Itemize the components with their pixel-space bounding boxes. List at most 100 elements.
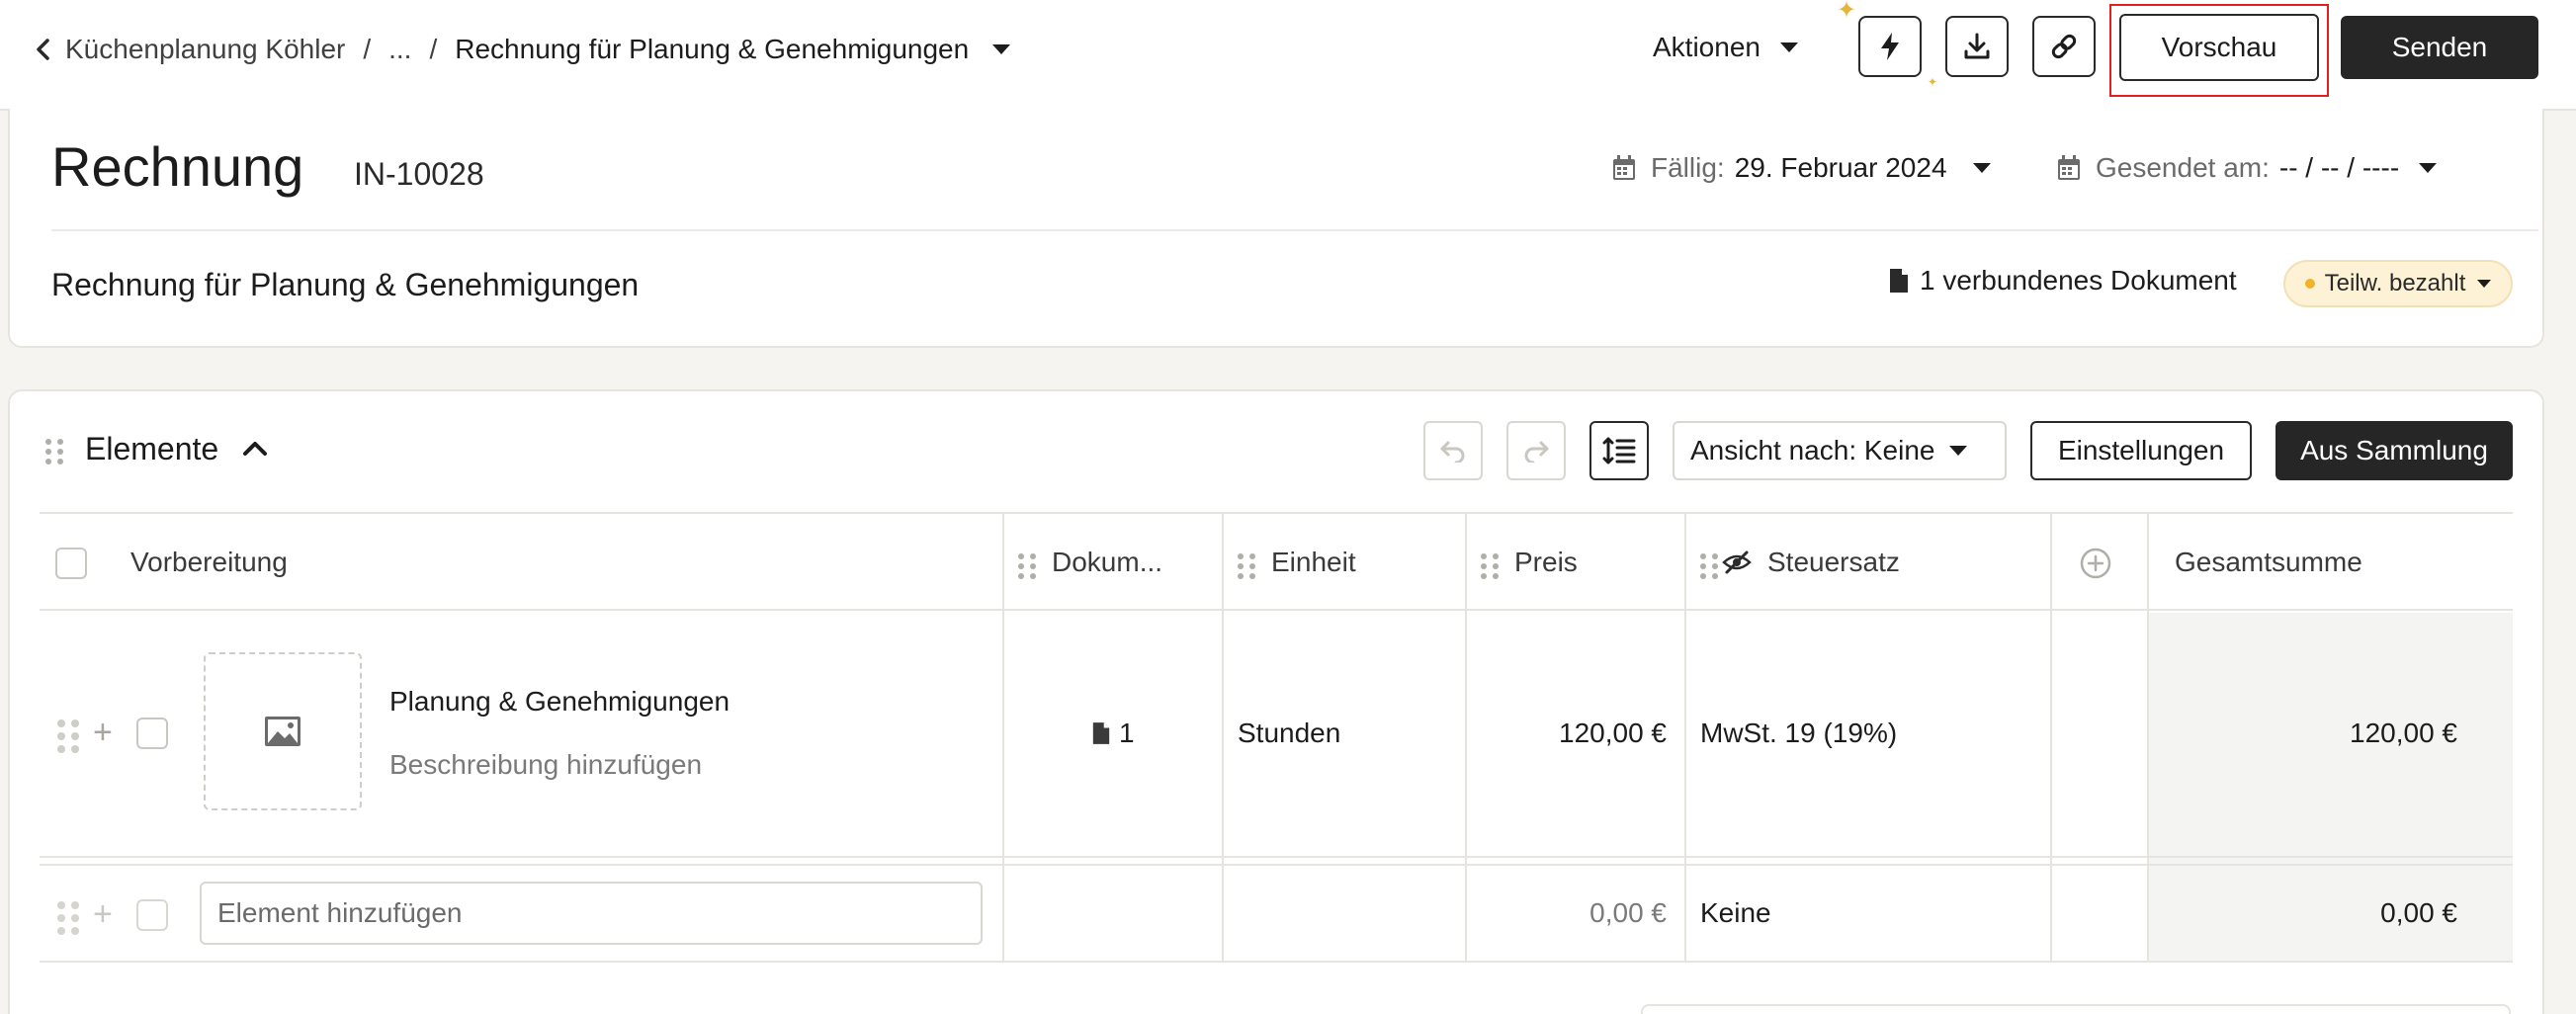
automation-button[interactable]: [1858, 16, 1922, 77]
drag-handle-icon[interactable]: [1700, 553, 1718, 579]
column-divider: [2050, 512, 2052, 963]
eye-off-icon[interactable]: [1722, 549, 1752, 575]
caret-down-icon: [1779, 42, 1798, 52]
row-divider: [40, 961, 2513, 963]
breadcrumb-ellipsis[interactable]: ...: [388, 34, 411, 65]
sent-date-field[interactable]: Gesendet am: -- / -- / ----: [2056, 146, 2438, 190]
add-column-icon[interactable]: [2080, 548, 2111, 579]
due-date-label: Fällig:: [1651, 152, 1725, 183]
item-description[interactable]: Beschreibung hinzufügen: [389, 749, 702, 781]
column-header-documents[interactable]: Dokum...: [1052, 514, 1162, 611]
status-badge[interactable]: Teilw. bezahlt: [2283, 260, 2513, 307]
caret-down-icon: [1972, 163, 1991, 173]
drag-handle-icon: [57, 901, 79, 935]
redo-icon: [1524, 441, 1549, 463]
line-spacing-icon: [1602, 437, 1636, 465]
linked-documents-label: 1 verbundenes Dokument: [1920, 265, 2237, 296]
column-header-price[interactable]: Preis: [1514, 514, 1578, 611]
caret-down-icon: [2477, 280, 2492, 288]
item-name[interactable]: Planung & Genehmigungen: [389, 686, 730, 718]
chevron-left-icon[interactable]: [32, 35, 53, 64]
breadcrumb: Küchenplanung Köhler / ... / Rechnung fü…: [32, 0, 1011, 99]
actions-label: Aktionen: [1653, 32, 1760, 62]
column-divider: [1222, 512, 1224, 963]
send-button[interactable]: Senden: [2341, 16, 2538, 79]
table-header: Vorbereitung Dokum... Einheit Preis Steu…: [40, 512, 2513, 611]
invoice-number: IN-10028: [354, 156, 484, 192]
drag-handle-icon[interactable]: [1018, 553, 1036, 579]
sparkle-icon: ✦: [1837, 0, 1857, 24]
item-documents-count: 1: [1119, 718, 1135, 748]
document-icon: [1890, 269, 1908, 293]
download-button[interactable]: [1945, 16, 2009, 77]
lightning-icon: [1881, 33, 1899, 60]
chevron-up-icon[interactable]: [241, 439, 269, 459]
invoice-header-card: [8, 109, 2544, 348]
caret-down-icon[interactable]: [992, 44, 1011, 54]
breadcrumb-separator: /: [363, 34, 372, 64]
item-total: 120,00 €: [2350, 718, 2457, 748]
invoice-subtitle[interactable]: Rechnung für Planung & Genehmigungen: [51, 267, 639, 303]
breadcrumb-parent-link[interactable]: Küchenplanung Köhler: [65, 34, 345, 65]
sparkle-icon: ✦: [1928, 75, 1938, 89]
undo-icon: [1440, 441, 1465, 463]
view-by-select[interactable]: Ansicht nach: Keine: [1673, 421, 2007, 480]
view-by-label: Ansicht nach: Keine: [1690, 435, 1935, 465]
column-header-preparation[interactable]: Vorbereitung: [130, 514, 288, 611]
calendar-icon: [2058, 155, 2080, 180]
select-all-checkbox[interactable]: [55, 548, 87, 579]
download-icon: [1964, 33, 1990, 59]
caret-down-icon: [1948, 446, 1967, 456]
new-item-tax-rate[interactable]: Keine: [1700, 897, 1771, 929]
row-divider: [40, 856, 2513, 858]
summary-panel-edge: [1641, 1004, 2511, 1014]
due-date-value: 29. Februar 2024: [1734, 152, 1947, 183]
row-divider: [40, 864, 2513, 866]
item-price[interactable]: 120,00 €: [1465, 718, 1667, 749]
row-checkbox[interactable]: [136, 899, 168, 931]
actions-dropdown[interactable]: Aktionen: [1653, 0, 1798, 95]
due-date-field[interactable]: Fällig: 29. Februar 2024: [1611, 146, 1991, 190]
new-item-price[interactable]: 0,00 €: [1465, 897, 1667, 929]
breadcrumb-current[interactable]: Rechnung für Planung & Genehmigungen: [455, 34, 969, 65]
add-row-icon[interactable]: +: [93, 716, 113, 749]
calendar-icon: [1613, 155, 1635, 180]
status-label: Teilw. bezahlt: [2324, 270, 2466, 296]
column-divider: [1684, 512, 1686, 963]
preview-button[interactable]: Vorschau: [2119, 14, 2319, 81]
redo-button[interactable]: [1506, 421, 1566, 480]
item-image-placeholder[interactable]: [204, 652, 362, 810]
column-header-total[interactable]: Gesamtsumme: [2175, 514, 2362, 611]
sent-date-value: -- / -- / ----: [2278, 152, 2400, 183]
drag-handle-icon[interactable]: [45, 439, 63, 465]
items-section-title: Elemente: [85, 431, 219, 466]
linked-documents-link[interactable]: 1 verbundenes Dokument: [1888, 265, 2237, 296]
drag-handle-icon[interactable]: [1481, 553, 1499, 579]
item-unit[interactable]: Stunden: [1238, 718, 1340, 749]
column-header-unit[interactable]: Einheit: [1271, 514, 1356, 611]
new-item-total: 0,00 €: [2380, 897, 2457, 928]
item-tax-rate[interactable]: MwSt. 19 (19%): [1700, 718, 1897, 749]
page-title: Rechnung: [51, 135, 304, 198]
row-checkbox[interactable]: [136, 718, 168, 749]
settings-button[interactable]: Einstellungen: [2030, 421, 2252, 480]
top-bar: Küchenplanung Köhler / ... / Rechnung fü…: [0, 0, 2576, 111]
item-documents-cell[interactable]: 1: [1091, 718, 1135, 749]
copy-link-button[interactable]: [2032, 16, 2096, 77]
from-collection-button[interactable]: Aus Sammlung: [2275, 421, 2513, 480]
sent-date-label: Gesendet am:: [2096, 152, 2270, 183]
header-divider: [51, 229, 2538, 231]
row-height-button[interactable]: [1589, 421, 1649, 480]
add-item-input[interactable]: [200, 882, 983, 945]
document-icon: [1092, 722, 1110, 744]
add-row-icon[interactable]: +: [93, 897, 113, 931]
column-divider: [1002, 512, 1004, 963]
drag-handle-icon[interactable]: [1238, 553, 1255, 579]
drag-handle-icon[interactable]: [57, 719, 79, 753]
undo-button[interactable]: [1423, 421, 1483, 480]
column-header-tax-rate[interactable]: Steuersatz: [1767, 514, 1900, 611]
status-dot: [2304, 279, 2315, 289]
caret-down-icon: [2419, 163, 2438, 173]
link-icon: [2051, 34, 2077, 59]
breadcrumb-separator: /: [429, 34, 438, 64]
